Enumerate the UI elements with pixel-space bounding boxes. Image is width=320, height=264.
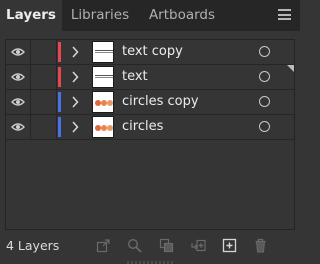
eye-icon	[11, 98, 25, 106]
layer-thumbnail	[92, 41, 114, 63]
tab-libraries[interactable]: Libraries	[62, 0, 138, 31]
target-circle-icon[interactable]	[259, 71, 270, 82]
chevron-right-icon[interactable]	[71, 96, 79, 108]
panel-tabbar: Layers Libraries Artboards	[0, 0, 300, 31]
target-circle-icon[interactable]	[259, 121, 270, 132]
layers-list: text copy text circles copy circles	[5, 39, 295, 230]
delete-icon[interactable]	[253, 238, 268, 253]
lock-toggle[interactable]	[31, 40, 57, 64]
layer-name[interactable]: text copy	[122, 44, 183, 59]
chevron-right-icon[interactable]	[71, 71, 79, 83]
layer-thumbnail	[92, 66, 114, 88]
layer-row-circles-copy[interactable]: circles copy	[6, 90, 294, 115]
selected-art-indicator	[287, 65, 294, 72]
layer-thumbnail	[92, 116, 114, 138]
tab-artboards[interactable]: Artboards	[138, 0, 226, 31]
lock-toggle[interactable]	[31, 65, 57, 89]
locate-object-icon[interactable]	[127, 238, 142, 253]
visibility-toggle[interactable]	[6, 90, 31, 114]
layer-name[interactable]: text	[122, 69, 148, 84]
chevron-right-icon[interactable]	[71, 46, 79, 58]
eye-icon	[11, 48, 25, 56]
visibility-toggle[interactable]	[6, 115, 31, 139]
make-clipping-mask-icon[interactable]	[159, 238, 174, 253]
target-circle-icon[interactable]	[259, 96, 270, 107]
visibility-toggle[interactable]	[6, 40, 31, 64]
tab-layers[interactable]: Layers	[0, 0, 62, 31]
layer-name[interactable]: circles	[122, 119, 163, 134]
chevron-right-icon[interactable]	[71, 121, 79, 133]
layer-name[interactable]: circles copy	[122, 94, 199, 109]
visibility-toggle[interactable]	[6, 65, 31, 89]
create-sublayer-icon[interactable]	[191, 238, 206, 253]
lock-toggle[interactable]	[31, 115, 57, 139]
lock-toggle[interactable]	[31, 90, 57, 114]
hamburger-menu-icon[interactable]	[278, 9, 291, 20]
new-layer-icon[interactable]	[222, 238, 237, 253]
layer-color-bar	[58, 67, 61, 87]
layer-color-bar	[58, 117, 61, 137]
layer-row-circles[interactable]: circles	[6, 115, 294, 140]
layer-color-bar	[58, 92, 61, 112]
layer-row-text[interactable]: text	[6, 65, 294, 90]
layer-row-text-copy[interactable]: text copy	[6, 40, 294, 65]
eye-icon	[11, 73, 25, 81]
layer-color-bar	[58, 42, 61, 62]
panel-footer: 4 Layers	[0, 231, 300, 264]
layer-thumbnail	[92, 91, 114, 113]
eye-icon	[11, 123, 25, 131]
target-circle-icon[interactable]	[259, 46, 270, 57]
layer-count: 4 Layers	[6, 238, 60, 253]
export-icon[interactable]	[96, 238, 111, 253]
